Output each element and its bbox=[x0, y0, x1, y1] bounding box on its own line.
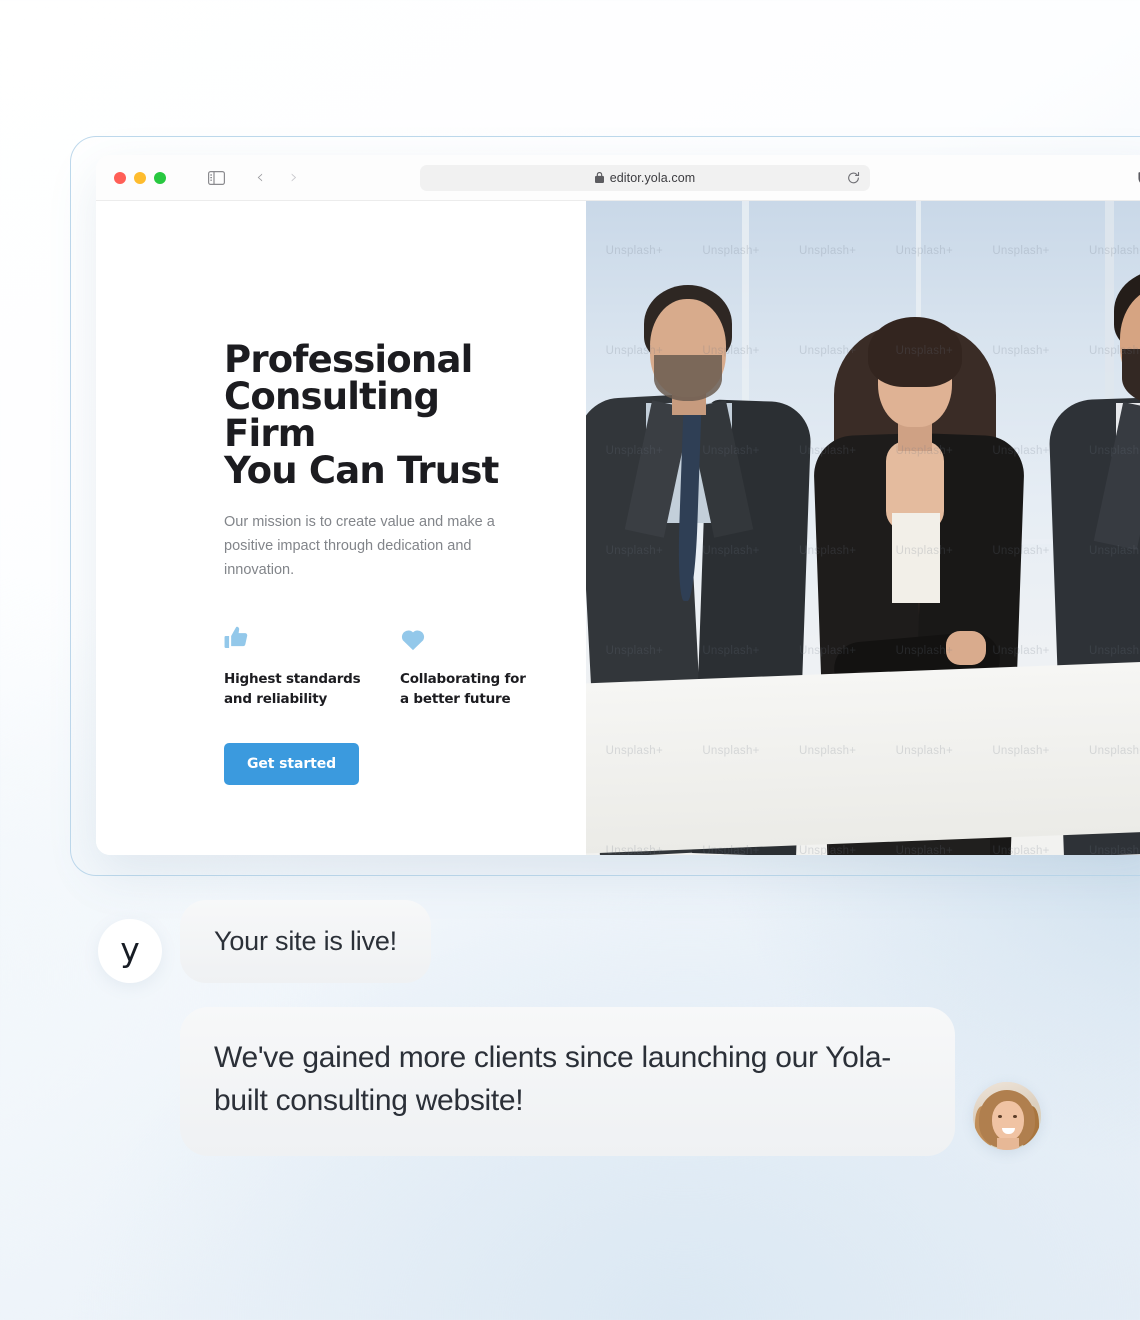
browser-window: ‹ › editor.yola.com Professional Consult… bbox=[96, 155, 1140, 855]
hero-subtitle: Our mission is to create value and make … bbox=[224, 514, 495, 578]
chat-message-row: y Your site is live! bbox=[0, 900, 1140, 985]
reload-icon[interactable] bbox=[847, 171, 860, 184]
feature-label: Collaborating for a better future bbox=[400, 670, 526, 708]
chat-message-row: We've gained more clients since launchin… bbox=[0, 1007, 1140, 1157]
window-traffic-lights[interactable] bbox=[114, 171, 166, 184]
chat-bubble-testimonial: We've gained more clients since launchin… bbox=[180, 1007, 955, 1157]
heart-icon bbox=[400, 621, 540, 651]
back-button[interactable]: ‹ bbox=[246, 164, 274, 192]
close-window-button[interactable] bbox=[114, 171, 126, 184]
feature-item-collaboration: Collaborating for a better future bbox=[400, 621, 540, 710]
address-bar[interactable]: editor.yola.com bbox=[420, 164, 870, 191]
feature-label: Highest standards and reliability bbox=[224, 670, 361, 708]
testimonial-chat: y Your site is live! We've gained more c… bbox=[0, 900, 1140, 1157]
get-started-button[interactable]: Get started bbox=[224, 743, 360, 786]
feature-item-standards: Highest standards and reliability bbox=[224, 621, 364, 710]
page-title: Professional Consulting Firm You Can Tru… bbox=[224, 338, 499, 492]
sidebar-toggle-icon[interactable] bbox=[202, 164, 230, 192]
chevron-right-icon: › bbox=[290, 166, 298, 188]
office-desk bbox=[586, 659, 1140, 855]
maximize-window-button[interactable] bbox=[154, 171, 166, 184]
website-viewport: Professional Consulting Firm You Can Tru… bbox=[96, 201, 1140, 855]
yola-y-glyph: y bbox=[120, 930, 140, 969]
browser-toolbar: ‹ › editor.yola.com bbox=[96, 155, 1140, 201]
minimize-window-button[interactable] bbox=[134, 171, 146, 184]
lock-icon bbox=[594, 172, 604, 183]
customer-photo-avatar bbox=[973, 1082, 1041, 1151]
yola-logo-avatar: y bbox=[98, 919, 162, 983]
hero-photo: Unsplash+ Unsplash+ Unsplash+ Unsplash+ … bbox=[586, 201, 1140, 855]
url-text: editor.yola.com bbox=[609, 170, 696, 185]
hero-text-column: Professional Consulting Firm You Can Tru… bbox=[96, 201, 586, 855]
chevron-left-icon: ‹ bbox=[256, 166, 264, 188]
forward-button[interactable]: › bbox=[280, 164, 308, 192]
chat-bubble-site-live: Your site is live! bbox=[180, 900, 431, 983]
feature-list: Highest standards and reliability Collab… bbox=[224, 621, 586, 710]
thumbs-up-icon bbox=[224, 621, 364, 651]
